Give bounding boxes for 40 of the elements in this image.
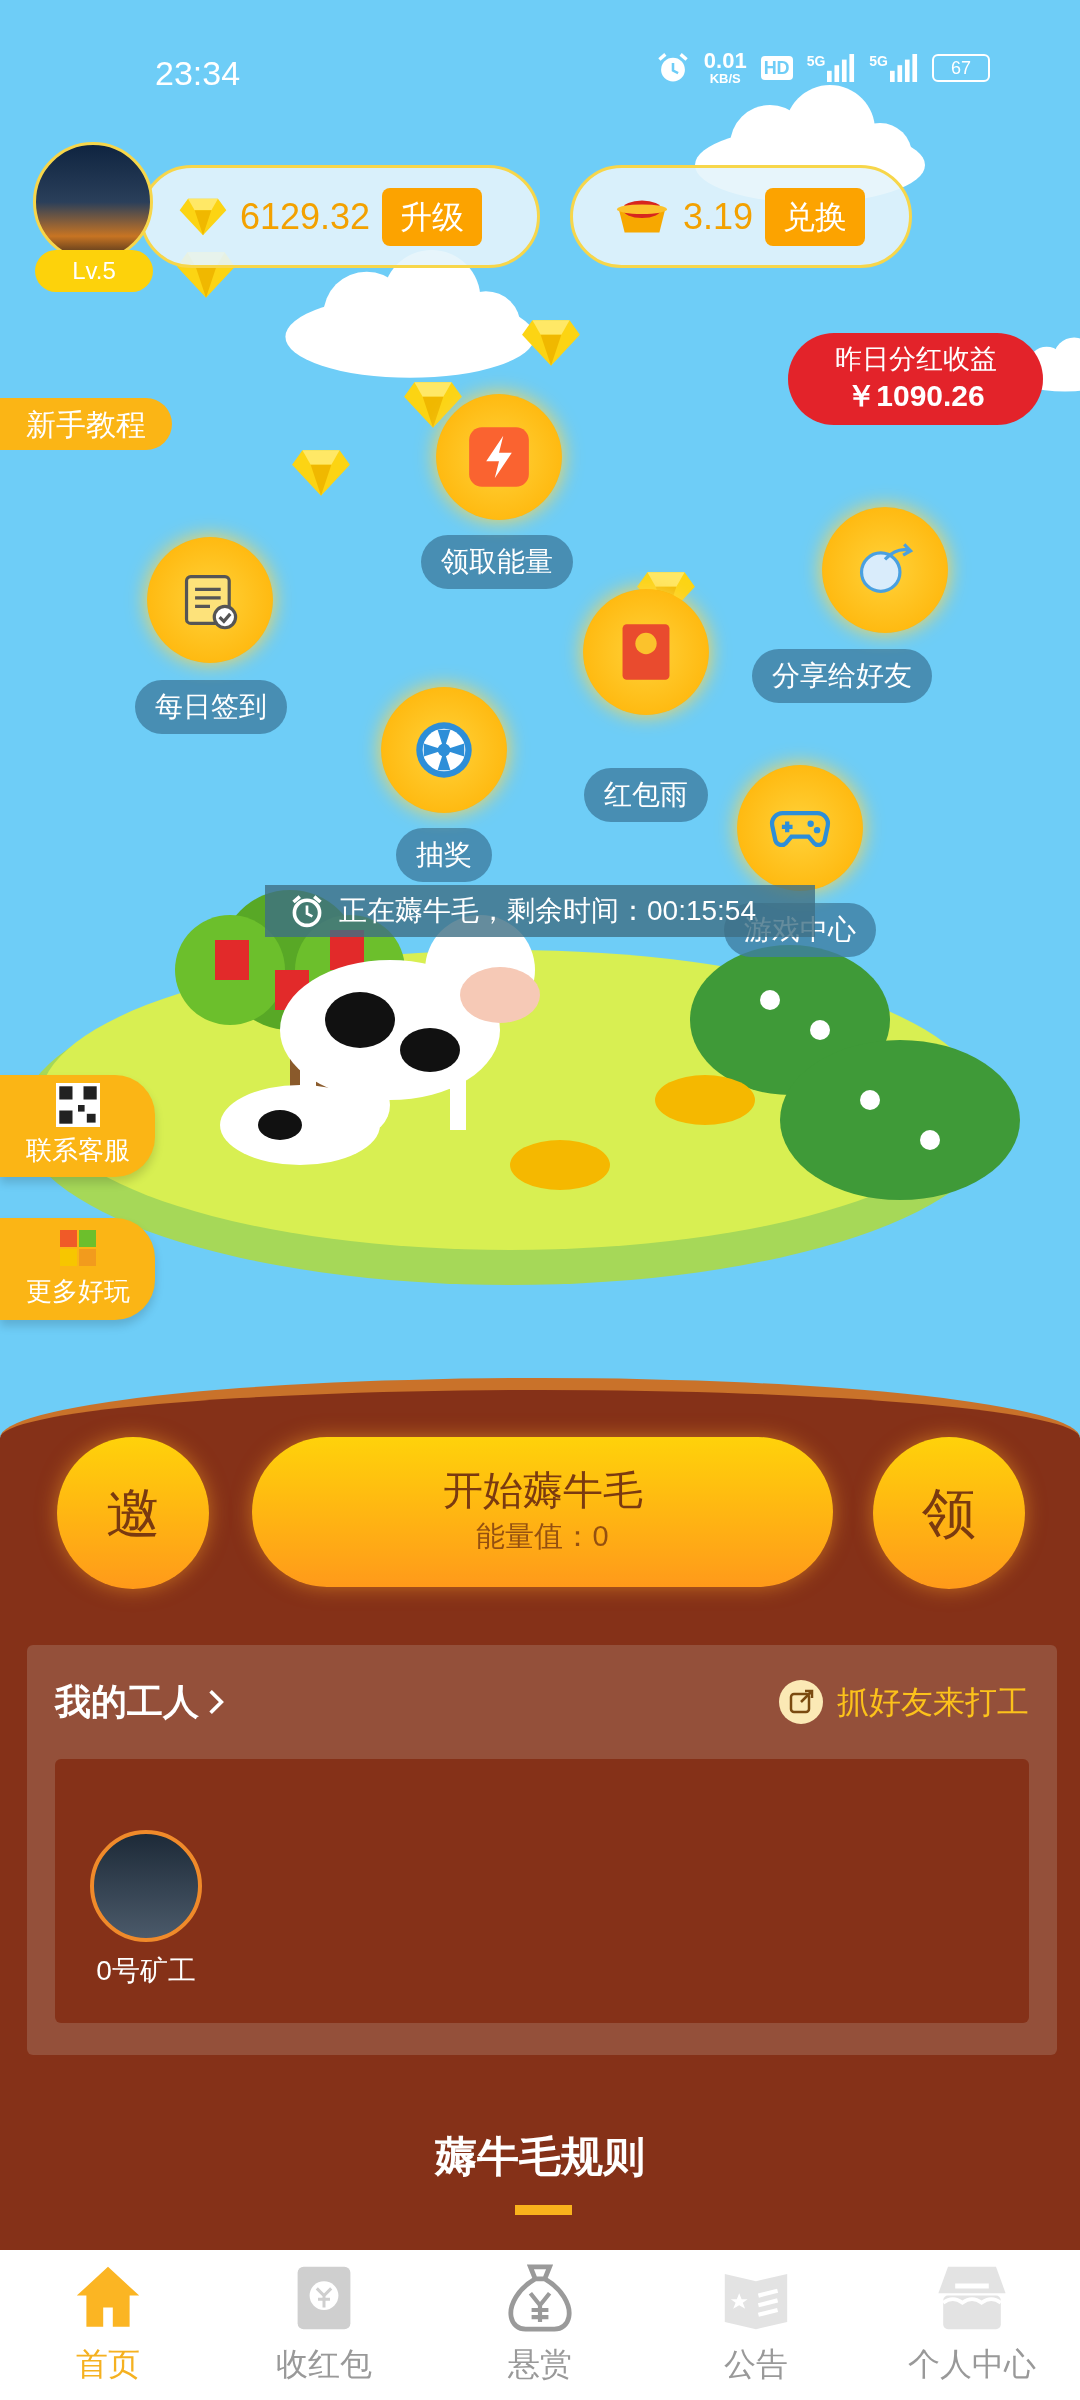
feature-button[interactable]: 分享给好友 [752,649,932,703]
ingot-balance: 3.19 [683,194,754,239]
speed-unit: KB/S [709,72,741,85]
diamond-icon [290,448,352,498]
start-button[interactable]: 开始薅牛毛 能量值：0 [252,1437,833,1587]
network-type: 5G [869,53,888,68]
dividend-label: 昨日分红收益 [834,343,997,377]
diamond-icon [402,380,464,430]
lightning-icon [467,425,531,489]
nav-tab[interactable]: 收红包 [216,2250,432,2400]
network-speed: 0.01 [703,50,747,72]
invite-friends-link[interactable]: 抓好友来打工 [837,1678,1029,1726]
exchange-button[interactable]: 兑换 [765,187,866,246]
signal-icon [827,53,856,82]
clock-time: 23:34 [155,53,241,94]
nav-tab[interactable]: 悬赏 [432,2250,648,2400]
tab-indicator [515,2205,572,2215]
signal-icon [890,53,918,82]
worker-name: 0号矿工 [96,1954,196,1988]
feature-button[interactable]: 领取能量 [421,535,573,589]
feature-button[interactable]: 每日签到 [135,680,287,734]
feature-button[interactable]: 红包雨 [584,768,708,822]
qr-code-icon [55,1082,100,1127]
hd-indicator: HD [760,55,793,80]
nav-tab[interactable]: 个人中心 [864,2250,1080,2400]
battery-level: 67 [932,53,990,82]
chevron-right-icon [207,1687,225,1717]
workers-title-link[interactable]: 我的工人 [55,1675,225,1729]
diamond-balance: 6129.32 [240,194,371,239]
level-badge: Lv.5 [35,250,153,292]
feature-button[interactable]: 抽奖 [396,828,492,882]
blocks-icon [57,1227,98,1268]
diamond-icon [520,318,582,368]
network-type: 5G [806,53,826,68]
share-icon [779,1680,823,1724]
nav-tab[interactable]: 公告 [648,2250,864,2400]
rules-title: 薅牛毛规则 [433,2132,646,2182]
dividend-amount: ￥1090.26 [846,378,985,415]
nav-tab[interactable]: 首页 [0,2250,216,2400]
upgrade-button[interactable]: 升级 [382,187,483,246]
